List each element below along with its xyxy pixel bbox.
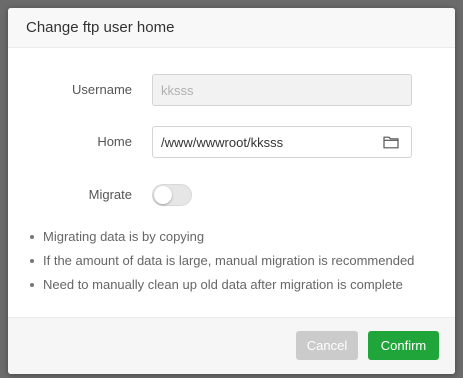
browse-folder-button[interactable] bbox=[370, 126, 412, 158]
username-field[interactable] bbox=[152, 74, 412, 106]
username-row: Username bbox=[8, 74, 455, 106]
migrate-toggle[interactable] bbox=[152, 184, 192, 206]
dialog-title: Change ftp user home bbox=[26, 19, 175, 36]
home-label: Home bbox=[97, 134, 132, 149]
note-item: Migrating data is by copying bbox=[26, 227, 414, 251]
confirm-button[interactable]: Confirm bbox=[368, 331, 439, 360]
note-item: If the amount of data is large, manual m… bbox=[26, 251, 414, 275]
note-text: If the amount of data is large, manual m… bbox=[43, 253, 415, 268]
note-text: Need to manually clean up old data after… bbox=[43, 277, 403, 292]
bullet-icon bbox=[30, 259, 34, 263]
bullet-icon bbox=[30, 235, 34, 239]
toggle-knob bbox=[154, 186, 172, 204]
home-row: Home bbox=[8, 126, 455, 158]
note-item: Need to manually clean up old data after… bbox=[26, 275, 414, 299]
folder-icon bbox=[382, 136, 399, 149]
migrate-row: Migrate bbox=[8, 179, 455, 211]
note-text: Migrating data is by copying bbox=[43, 229, 205, 244]
change-ftp-home-dialog: Change ftp user home Username Home Migra… bbox=[8, 8, 455, 374]
dialog-footer: Cancel Confirm bbox=[8, 317, 455, 374]
migrate-label: Migrate bbox=[88, 187, 132, 202]
cancel-button[interactable]: Cancel bbox=[296, 331, 358, 360]
username-label: Username bbox=[72, 82, 132, 97]
home-path-field[interactable] bbox=[152, 126, 371, 158]
migration-notes: Migrating data is by copying If the amou… bbox=[26, 227, 414, 299]
dialog-header: Change ftp user home bbox=[8, 8, 455, 48]
bullet-icon bbox=[30, 283, 34, 287]
